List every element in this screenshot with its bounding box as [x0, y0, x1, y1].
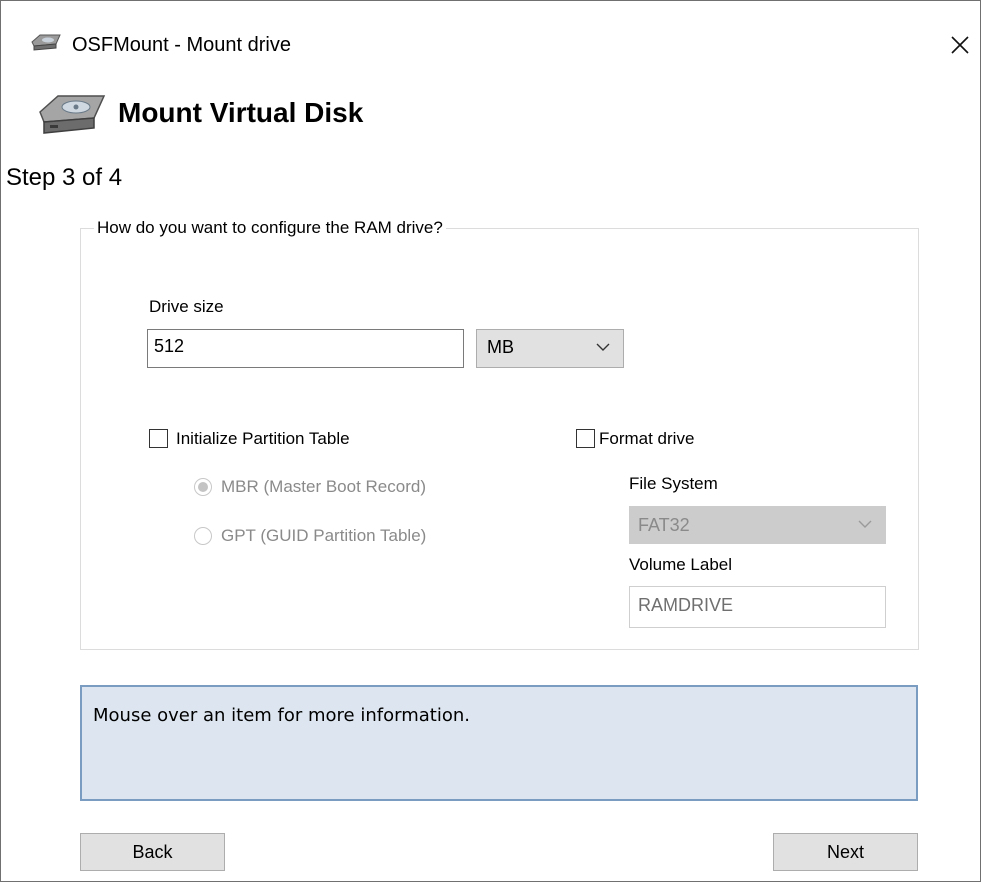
next-button[interactable]: Next [773, 833, 918, 871]
close-icon [951, 36, 969, 54]
chevron-down-icon [858, 520, 872, 528]
file-system-label: File System [629, 474, 718, 493]
size-unit-dropdown[interactable]: MB [476, 329, 624, 368]
chevron-down-icon [596, 343, 610, 351]
group-legend: How do you want to configure the RAM dri… [94, 218, 446, 238]
volume-label-input[interactable]: RAMDRIVE [629, 586, 886, 628]
mbr-radio[interactable] [194, 478, 212, 496]
file-system-dropdown[interactable]: FAT32 [629, 506, 886, 544]
info-panel [80, 685, 918, 801]
close-button[interactable] [940, 26, 980, 64]
init-partition-checkbox[interactable] [149, 429, 168, 448]
file-system-value: FAT32 [638, 515, 690, 535]
gpt-radio[interactable] [194, 527, 212, 545]
back-button[interactable]: Back [80, 833, 225, 871]
volume-label-label: Volume Label [629, 555, 733, 574]
drive-size-input[interactable]: 512 [147, 329, 464, 368]
drive-size-label: Drive size [149, 297, 224, 316]
info-text: Mouse over an item for more information. [93, 705, 470, 726]
drive-icon [28, 32, 64, 57]
window-title: OSFMount - Mount drive [72, 34, 291, 56]
gpt-label: GPT (GUID Partition Table) [221, 526, 427, 545]
format-drive-label: Format drive [599, 429, 695, 448]
size-unit-value: MB [487, 337, 514, 357]
step-indicator: Step 3 of 4 [6, 164, 123, 191]
init-partition-label: Initialize Partition Table [176, 429, 350, 448]
drive-icon [34, 90, 110, 143]
format-drive-checkbox[interactable] [576, 429, 595, 448]
page-title: Mount Virtual Disk [118, 97, 364, 128]
mbr-label: MBR (Master Boot Record) [221, 477, 426, 496]
